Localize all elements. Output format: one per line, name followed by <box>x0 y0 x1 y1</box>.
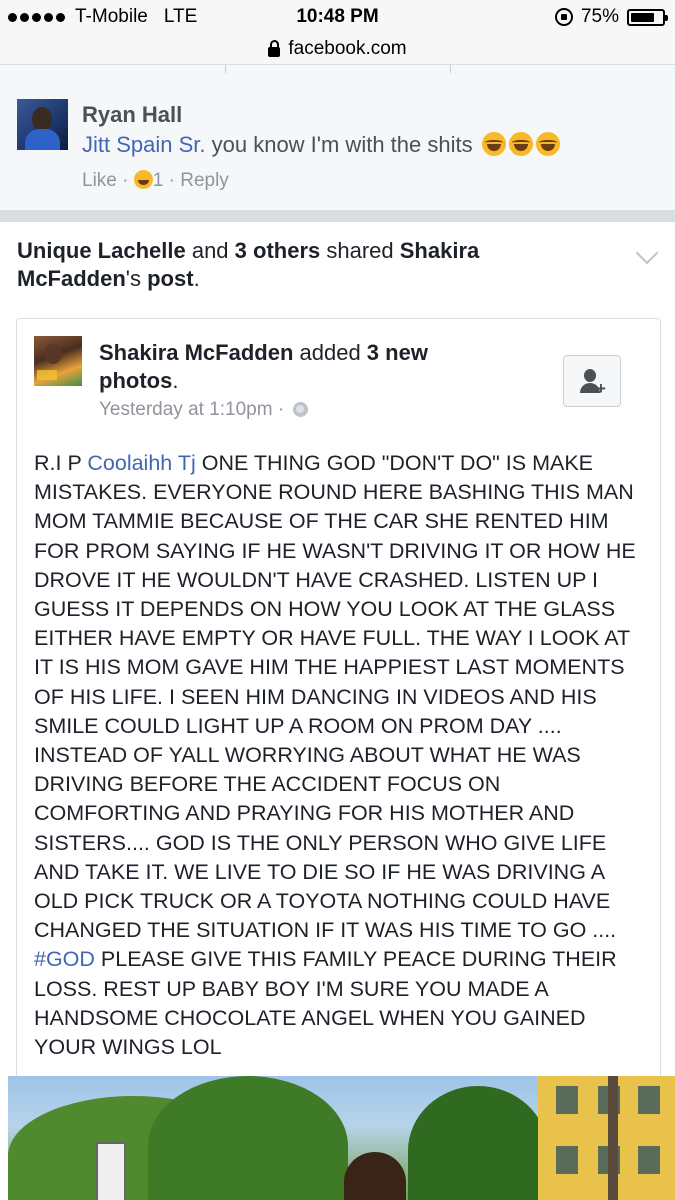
lock-icon <box>268 39 281 57</box>
add-friend-icon <box>584 369 596 382</box>
rotation-lock-icon <box>554 8 573 26</box>
connector-text: . <box>172 368 179 393</box>
post-mention[interactable]: Coolaihh Tj <box>87 451 195 475</box>
add-friend-button[interactable]: + <box>563 355 621 407</box>
connector-text: added <box>293 340 367 365</box>
separator: · <box>272 399 290 420</box>
comment-text: Jitt Spain Sr. you know I'm with the shi… <box>82 132 560 158</box>
reaction-count[interactable]: 1 <box>153 170 164 191</box>
connector-text: . <box>193 266 200 291</box>
post-author[interactable]: Shakira McFadden <box>99 340 293 365</box>
laughing-reaction-icon[interactable] <box>133 170 153 189</box>
timestamp-link[interactable]: Yesterday at 1:10pm <box>99 399 273 420</box>
chevron-down-icon[interactable] <box>635 241 659 265</box>
laughing-emoji-icon <box>481 132 506 156</box>
action-bar-remnant <box>0 65 675 73</box>
hashtag-link[interactable]: #GOD <box>34 947 95 971</box>
post-body: R.I P Coolaihh Tj ONE THING GOD "DON'T D… <box>34 449 646 1062</box>
url-text[interactable]: facebook.com <box>288 38 406 60</box>
post-timestamp: Yesterday at 1:10pm · <box>99 399 309 421</box>
laughing-emoji-icon <box>535 132 560 156</box>
post-text-part: R.I P <box>34 451 88 475</box>
post-header: Shakira McFadden added 3 new photos. <box>99 339 499 395</box>
laughing-emoji-icon <box>508 132 533 156</box>
battery-icon <box>627 8 668 26</box>
connector-text: and <box>185 238 235 263</box>
shared-post-card: Shakira McFadden added 3 new photos. Yes… <box>16 318 661 1079</box>
comment-body: you know I'm with the shits <box>205 132 473 157</box>
share-header: Unique Lachelle and 3 others shared Shak… <box>17 237 607 293</box>
reply-link[interactable]: Reply <box>180 170 229 191</box>
comment-section: Ryan Hall Jitt Spain Sr. you know I'm wi… <box>0 64 675 211</box>
section-divider <box>0 210 675 222</box>
avatar[interactable] <box>34 336 82 386</box>
status-right: 75% <box>554 6 668 28</box>
post-photo[interactable] <box>8 1076 675 1200</box>
like-link[interactable]: Like <box>82 170 117 191</box>
separator: · <box>116 170 134 191</box>
post-link[interactable]: post <box>147 266 193 291</box>
address-bar[interactable]: facebook.com <box>0 34 675 64</box>
post-text-part: PLEASE GIVE THIS FAMILY PEACE DURING THE… <box>34 947 617 1060</box>
globe-icon <box>293 402 309 417</box>
battery-percent: 75% <box>580 6 619 27</box>
post-text-part: ONE THING GOD "DON'T DO" IS MAKE MISTAKE… <box>34 451 636 943</box>
avatar[interactable] <box>17 99 68 150</box>
separator: · <box>163 170 181 191</box>
connector-text: 's <box>125 266 148 291</box>
comment-author[interactable]: Ryan Hall <box>82 102 182 128</box>
status-bar: T-Mobile LTE 10:48 PM 75% <box>0 0 675 34</box>
comment-mention[interactable]: Jitt Spain Sr. <box>82 132 206 157</box>
others-link[interactable]: 3 others <box>235 238 321 263</box>
sharer-name[interactable]: Unique Lachelle <box>17 238 186 263</box>
connector-text: shared <box>320 238 400 263</box>
comment-actions: Like · 1 · Reply <box>82 170 229 192</box>
